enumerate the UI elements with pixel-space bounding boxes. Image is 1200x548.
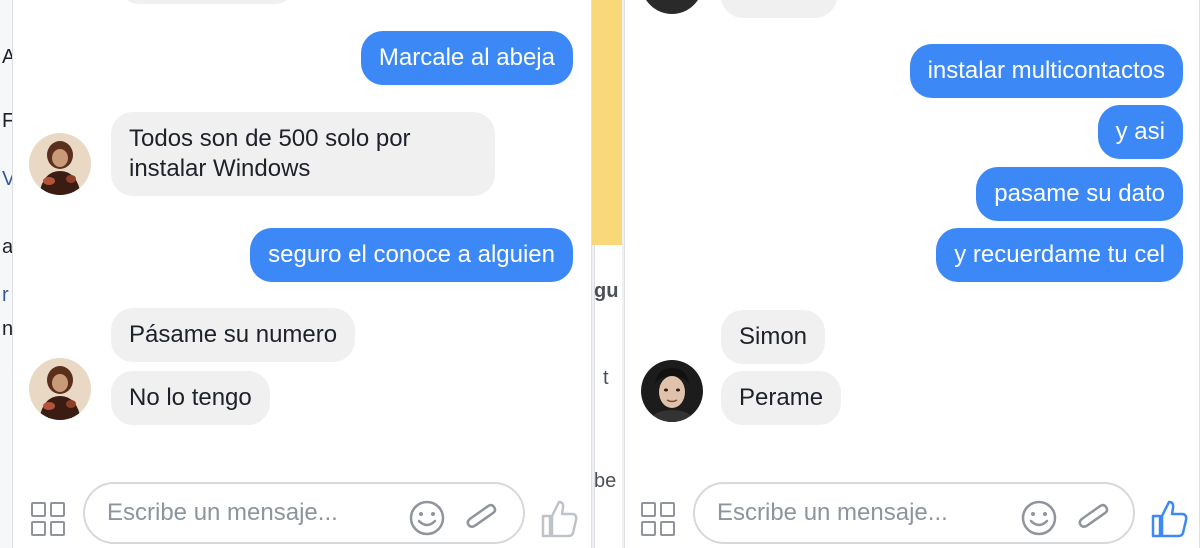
emoji-icon[interactable] [407, 498, 447, 538]
message-bubble-incoming: Perame [721, 371, 842, 425]
message-bubble-partial [721, 0, 837, 18]
paperclip-icon[interactable] [1073, 498, 1113, 538]
message-input[interactable] [107, 496, 397, 530]
message-bubble-outgoing: Marcale al abeja [360, 31, 573, 85]
background-text: gu [594, 280, 619, 302]
background-letter: r [2, 284, 9, 306]
background-text: be [594, 470, 617, 492]
background-letters: A F V a r n [0, 0, 15, 548]
chat-window-left: Marcale al abeja Todos son de 500 solo p… [12, 0, 592, 548]
message-input[interactable] [717, 496, 1007, 530]
message-input-container[interactable] [83, 482, 525, 544]
contact-avatar[interactable] [29, 133, 91, 195]
message-bubble-outgoing: y recuerdame tu cel [936, 228, 1183, 282]
chat-window-right: instalar multicontactos y asi pasame su … [624, 0, 1200, 548]
apps-grid-icon[interactable] [31, 502, 67, 538]
message-bubble-incoming: Todos son de 500 solo por instalar Windo… [111, 112, 495, 196]
apps-grid-icon[interactable] [641, 502, 677, 538]
message-input-container[interactable] [693, 482, 1135, 544]
emoji-icon[interactable] [1019, 498, 1059, 538]
message-bubble-partial [119, 0, 295, 4]
contact-avatar-partial [641, 0, 703, 14]
contact-avatar[interactable] [641, 360, 703, 422]
message-bubble-outgoing: pasame su dato [976, 167, 1183, 221]
message-composer [13, 482, 591, 548]
thumbs-up-icon[interactable] [1147, 496, 1191, 540]
background-banner [592, 0, 622, 245]
message-composer [625, 482, 1199, 548]
message-bubble-outgoing: y asi [1097, 105, 1183, 159]
contact-avatar[interactable] [29, 358, 91, 420]
thumbs-up-icon[interactable] [537, 496, 581, 540]
message-bubble-outgoing: seguro el conoce a alguien [250, 228, 573, 282]
message-bubble-outgoing: instalar multicontactos [909, 44, 1183, 98]
background-text: t [603, 367, 609, 389]
message-bubble-incoming: Simon [721, 310, 826, 364]
paperclip-icon[interactable] [461, 498, 501, 538]
message-bubble-incoming: No lo tengo [111, 371, 270, 425]
message-bubble-incoming: Pásame su numero [111, 308, 356, 362]
